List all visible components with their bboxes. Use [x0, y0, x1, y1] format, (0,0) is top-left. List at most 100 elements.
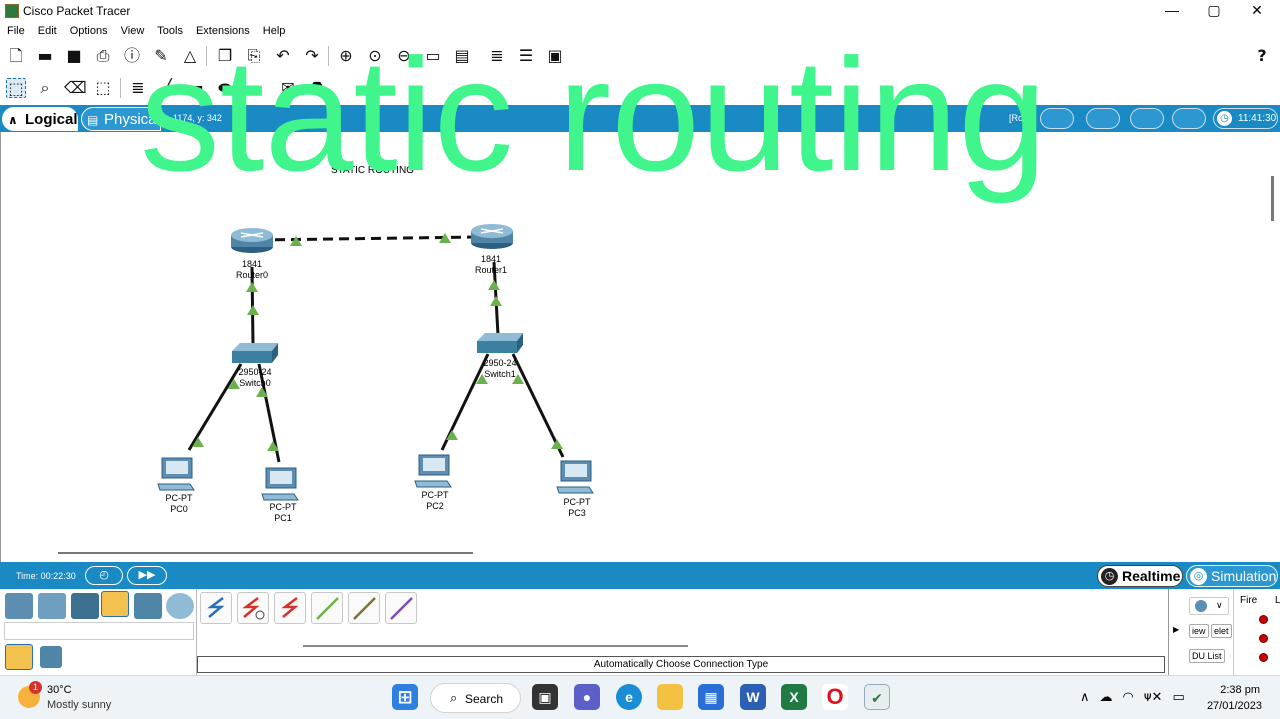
resize-icon[interactable]: ⬚ — [93, 78, 113, 98]
miscellaneous-icon[interactable] — [134, 593, 162, 619]
pdu-fire-dot[interactable] — [1259, 615, 1268, 624]
pdu-list-icon[interactable]: ☰ — [516, 46, 536, 66]
teams-chat-icon[interactable]: ● — [574, 684, 600, 710]
save-icon[interactable]: ■ — [64, 46, 84, 66]
opera-browser-icon[interactable]: O — [822, 684, 848, 710]
note-label[interactable]: STATIC ROUTING — [331, 165, 414, 176]
pdu-list-button[interactable]: DU List — [1189, 649, 1225, 663]
pc2[interactable] — [414, 454, 452, 488]
environment-button[interactable] — [1130, 108, 1164, 129]
edge-browser-icon[interactable]: e — [616, 684, 642, 710]
battery-icon[interactable]: ▭ — [1172, 690, 1184, 705]
menu-edit[interactable]: Edit — [31, 22, 63, 37]
custom-devices-icon[interactable]: ▤ — [452, 46, 472, 66]
zoom-out-icon[interactable]: ⊖ — [394, 46, 414, 66]
close-button[interactable]: ✕ — [1235, 0, 1279, 22]
task-view-icon[interactable]: ▣ — [532, 684, 558, 710]
taskbar-search[interactable]: ⌕ Search — [430, 683, 521, 713]
draw-rectangle-icon[interactable]: ▬ — [186, 78, 206, 98]
end-devices-icon[interactable] — [38, 593, 66, 619]
switch0[interactable] — [232, 343, 278, 363]
network-devices-icon[interactable] — [5, 593, 33, 619]
notes-icon[interactable]: ≣ — [487, 46, 507, 66]
components-icon[interactable] — [71, 593, 99, 619]
info-icon[interactable]: ⓘ — [122, 46, 142, 66]
serial-cable-button[interactable] — [274, 592, 306, 624]
pc1[interactable] — [261, 467, 299, 501]
copy-icon[interactable]: ❐ — [215, 46, 235, 66]
crossover-cable-button[interactable] — [348, 592, 380, 624]
straight-through-cable-button[interactable] — [311, 592, 343, 624]
draw-line-icon[interactable]: ╱ — [157, 78, 177, 98]
chevron-up-icon[interactable]: ∧ — [1080, 690, 1090, 705]
packet-tracer-taskbar-icon[interactable]: ✔ — [864, 684, 890, 710]
file-explorer-icon[interactable] — [657, 684, 683, 710]
connections-subtype-icon[interactable] — [5, 644, 33, 670]
activity-wizard-icon[interactable]: ✎ — [151, 46, 171, 66]
drawing-palette-icon[interactable]: ▭ — [423, 46, 443, 66]
network-info-icon[interactable]: △ — [180, 46, 200, 66]
excel-icon[interactable]: X — [781, 684, 807, 710]
menu-extensions[interactable]: Extensions — [189, 22, 256, 37]
expand-arrow-icon[interactable]: ▶ — [1173, 625, 1179, 634]
pc3[interactable] — [556, 460, 594, 494]
undo-icon[interactable]: ↶ — [273, 46, 293, 66]
back-button[interactable] — [1040, 108, 1074, 129]
select-icon[interactable]: ⬚ — [6, 78, 26, 98]
logical-workspace[interactable]: STATIC ROUTING 1841 Router0 1841 Router1… — [0, 132, 1280, 562]
wifi-icon[interactable]: ◠ — [1123, 690, 1134, 705]
power-cycle-button[interactable]: ◴ — [85, 566, 123, 585]
pc0[interactable] — [157, 457, 195, 491]
fast-forward-button[interactable]: ▶▶ — [127, 566, 167, 585]
tab-physical[interactable]: ▤ Physical — [81, 107, 161, 131]
microsoft-store-icon[interactable]: ▦ — [698, 684, 724, 710]
router0[interactable] — [231, 228, 273, 253]
volume-muted-icon[interactable]: ᴪ✕ — [1144, 690, 1163, 705]
place-note-icon[interactable]: ≣ — [128, 78, 148, 98]
new-file-icon[interactable]: 🗋 — [6, 46, 26, 66]
new-scenario-button[interactable]: iew — [1189, 624, 1209, 638]
realtime-button[interactable]: ◷ Realtime — [1097, 565, 1183, 587]
delete-icon[interactable]: ⌫ — [64, 78, 87, 98]
word-icon[interactable]: W — [740, 684, 766, 710]
horizontal-scrollbar[interactable] — [58, 552, 473, 554]
fiber-cable-button[interactable] — [385, 592, 417, 624]
scenario-select[interactable]: ∨ — [1189, 597, 1229, 615]
maximize-button[interactable]: ▢ — [1192, 0, 1236, 22]
viewport-button[interactable] — [1086, 108, 1120, 129]
multiuser-icon[interactable] — [166, 593, 194, 619]
menu-file[interactable]: File — [0, 22, 31, 37]
taskbar-time[interactable]: 2:38 pm — [1220, 684, 1260, 696]
draw-ellipse-icon[interactable]: ⬬ — [215, 78, 235, 98]
switch1[interactable] — [477, 333, 523, 353]
vertical-scrollbar[interactable] — [1271, 176, 1274, 221]
tab-logical[interactable]: ∧ Logical — [2, 107, 78, 131]
simulation-button[interactable]: ◎ Simulation — [1186, 565, 1278, 587]
redo-icon[interactable]: ↷ — [302, 46, 322, 66]
paste-icon[interactable]: ⎘ — [244, 46, 264, 66]
minimize-button[interactable]: — — [1150, 0, 1194, 22]
router1[interactable] — [471, 224, 513, 249]
grid-icon[interactable] — [40, 646, 62, 668]
zoom-reset-icon[interactable]: ⊙ — [365, 46, 385, 66]
device-filter-field[interactable] — [4, 622, 194, 640]
delete-scenario-button[interactable]: elet — [1211, 624, 1232, 638]
cable-panel-scrollbar[interactable] — [303, 645, 688, 647]
open-folder-icon[interactable]: ▬ — [35, 46, 55, 66]
add-simple-pdu-icon[interactable]: ✉ — [278, 78, 298, 98]
console-cable-button[interactable] — [237, 592, 269, 624]
help-icon[interactable]: ? — [1252, 46, 1272, 66]
auto-cable-button[interactable] — [200, 592, 232, 624]
inspect-icon[interactable]: ⌕ — [35, 78, 55, 98]
taskbar-date[interactable]: 27/01/2023 — [1196, 700, 1262, 712]
menu-tools[interactable]: Tools — [150, 22, 189, 37]
menu-view[interactable]: View — [114, 22, 151, 37]
connections-icon[interactable] — [101, 591, 129, 617]
cluster-button[interactable] — [1172, 108, 1206, 129]
start-menu-icon[interactable]: ⊞ — [392, 684, 418, 710]
onedrive-cloud-icon[interactable]: ☁ — [1100, 690, 1113, 705]
menu-help[interactable]: Help — [256, 22, 292, 37]
add-complex-pdu-icon[interactable]: ⬣ — [307, 78, 327, 98]
screenshot-icon[interactable]: ▣ — [545, 46, 565, 66]
print-icon[interactable]: ⎙ — [93, 46, 113, 66]
